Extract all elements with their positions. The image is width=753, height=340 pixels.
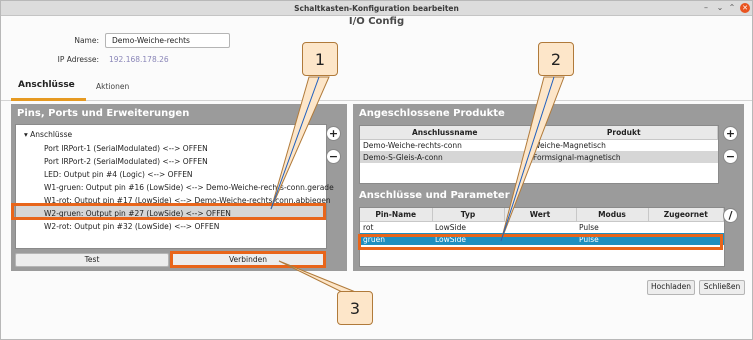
table-cell: LowSide [435,222,466,232]
name-input[interactable]: Demo-Weiche-rechts [105,33,230,48]
remove-pin-button[interactable]: − [326,149,341,164]
tree-item[interactable]: LED: Output pin #4 (Logic) <--> OFFEN [44,170,193,179]
title-bar: Schaltkasten-Konfiguration bearbeiten [1,1,752,16]
highlight-connect-button [170,251,326,268]
table-cell: rot [363,222,374,232]
params-panel-title: Anschlüsse und Parameter [359,190,510,201]
tree-item[interactable]: Port IRPort-1 (SerialModulated) <--> OFF… [44,144,208,153]
edit-pencil-icon[interactable]: / [723,208,738,223]
table-cell: Demo-Weiche-rechts-conn [363,140,462,150]
add-product-button[interactable]: + [723,126,738,141]
add-pin-button[interactable]: + [326,126,341,141]
tab-aktionen[interactable]: Aktionen [96,82,129,91]
products-col-name[interactable]: Anschlussname [360,126,531,140]
pins-tree: ▾ Anschlüsse Port IRPort-1 (SerialModula… [15,124,334,249]
tree-root-label: Anschlüsse [30,130,73,139]
params-col-assigned[interactable]: Zugeornet [648,208,724,222]
params-col-pin[interactable]: Pin-Name [360,208,433,222]
name-label: Name: [74,36,99,45]
highlight-selected-pin [11,203,326,220]
products-col-product[interactable]: Produkt [530,126,718,140]
table-cell: Pulse [579,222,599,232]
tab-separator [1,100,752,101]
active-tab-indicator [11,98,86,101]
callout-3: 3 [337,291,373,325]
tree-item[interactable]: W2-rot: Output pin #32 (LowSide) <--> OF… [44,222,219,231]
highlight-selected-param [358,234,723,250]
maximize-icon[interactable]: ⌃ [727,3,737,13]
ip-value: 192.168.178.26 [109,55,169,64]
test-button[interactable]: Test [15,253,169,267]
pins-panel-title: Pins, Ports und Erweiterungen [17,108,190,119]
tree-root[interactable]: ▾ Anschlüsse [24,130,72,139]
table-cell: Formsignal-magnetisch [533,152,621,162]
products-table: Anschlussname Produkt Demo-Weiche-rechts… [359,125,719,184]
close-icon[interactable]: ✕ [740,3,750,13]
tree-item[interactable]: W1-gruen: Output pin #16 (LowSide) <--> … [44,183,334,192]
params-col-mode[interactable]: Modus [576,208,649,222]
pins-panel: Pins, Ports und Erweiterungen ▾ Anschlüs… [11,104,347,271]
tab-anschluesse[interactable]: Anschlüsse [18,80,75,90]
table-cell[interactable] [504,221,576,233]
callout-1: 1 [302,42,338,76]
table-row[interactable]: Demo-Weiche-rechts-conn Weiche-Magnetisc… [360,139,718,151]
table-cell [648,221,724,233]
tree-item[interactable]: Port IRPort-2 (SerialModulated) <--> OFF… [44,157,208,166]
table-row[interactable]: Demo-S-Gleis-A-conn Formsignal-magnetisc… [360,151,718,163]
table-cell: Demo-S-Gleis-A-conn [363,152,443,162]
products-panel-title: Angeschlossene Produkte [359,108,505,119]
table-row[interactable]: rot LowSide Pulse [360,221,724,233]
minimize-icon[interactable]: – [701,3,711,13]
params-col-type[interactable]: Typ [432,208,505,222]
restore-icon[interactable]: ⌄ [715,3,725,13]
callout-2: 2 [538,42,574,76]
table-cell: Weiche-Magnetisch [533,140,606,150]
upload-button[interactable]: Hochladen [647,280,695,295]
window-title: Schaltkasten-Konfiguration bearbeiten [294,4,459,13]
dialog-window: Schaltkasten-Konfiguration bearbeiten – … [0,0,753,340]
ip-label: IP Adresse: [57,55,99,64]
params-col-value[interactable]: Wert [504,208,577,222]
close-button[interactable]: Schließen [699,280,745,295]
remove-product-button[interactable]: − [723,149,738,164]
app-title: I/O Config [348,16,405,27]
expand-icon[interactable]: ▾ [24,130,28,139]
